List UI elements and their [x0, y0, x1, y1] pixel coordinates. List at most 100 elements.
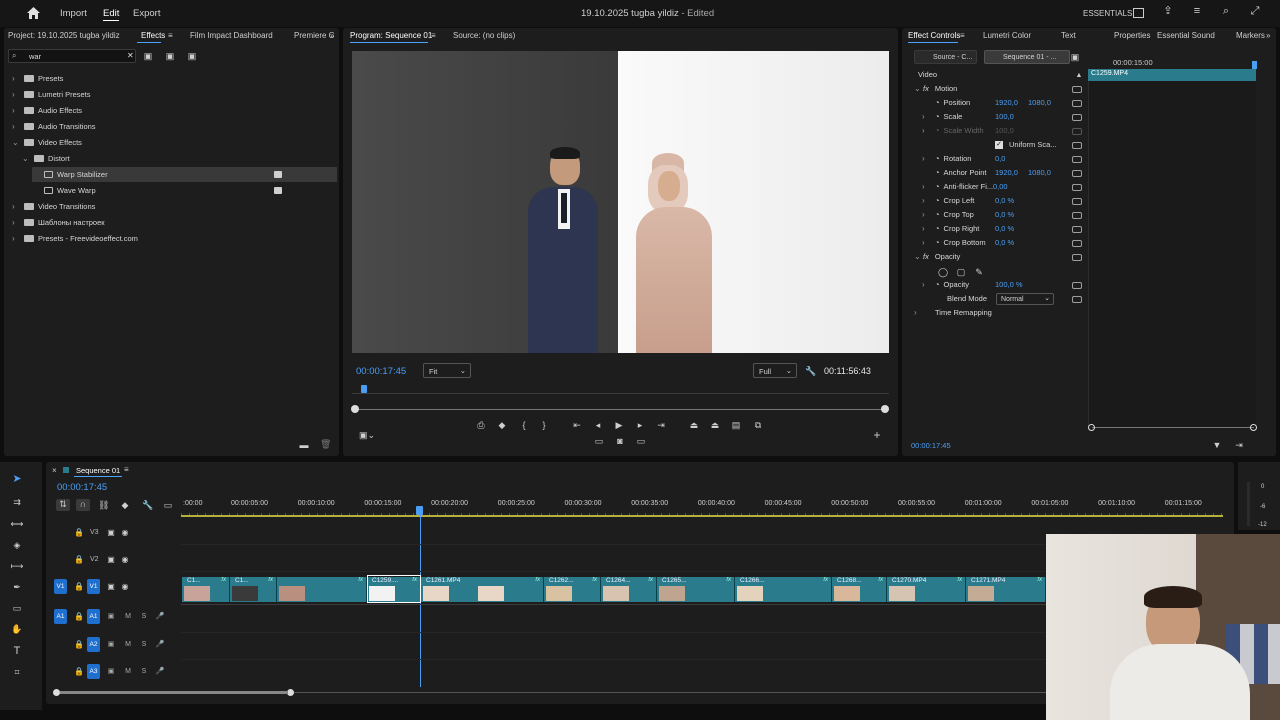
timeline-clip[interactable]: C1268... fx — [832, 577, 887, 602]
linked-selection-icon[interactable]: ⛓ — [98, 500, 109, 510]
rectangle-tool-icon[interactable]: ▭ — [10, 603, 24, 613]
mute-icon[interactable]: M — [123, 667, 133, 677]
menu-edit[interactable]: Edit — [103, 8, 120, 21]
lock-icon[interactable]: 🔒 — [74, 667, 84, 677]
scroll-handle-right[interactable] — [287, 689, 294, 696]
eye-icon[interactable]: ◉ — [120, 528, 130, 538]
workspace-label[interactable]: ESSENTIALS — [1083, 9, 1132, 18]
reset-icon[interactable] — [1072, 156, 1082, 163]
reset-icon[interactable] — [1072, 296, 1082, 303]
blend-mode-dropdown[interactable]: Normal ⌄ — [996, 293, 1054, 305]
reset-icon[interactable] — [1072, 128, 1082, 135]
time-remapping-row[interactable]: › Time Remapping — [914, 306, 992, 320]
timeline-clip[interactable]: C1262... fx — [544, 577, 601, 602]
scroll-thumb[interactable] — [60, 691, 288, 694]
property-scale[interactable]: › ◔ Scale — [922, 110, 962, 124]
property-anchor-point[interactable]: ◔ Anchor Point — [922, 166, 986, 180]
ellipse-mask-icon[interactable]: ◯ — [938, 267, 948, 277]
timeline-clip[interactable]: C1271.MP4 fx — [966, 577, 1046, 602]
comparison-view-icon[interactable]: ⧉ — [752, 420, 764, 430]
share-icon[interactable]: ⇪ — [1162, 6, 1174, 17]
razor-tool-icon[interactable]: ◈ — [10, 540, 24, 550]
chevron-right-icon[interactable]: › — [922, 180, 931, 194]
timeline-playhead-head[interactable] — [416, 506, 423, 515]
mute-icon[interactable]: M — [123, 612, 133, 622]
eye-icon[interactable]: ◉ — [120, 582, 130, 592]
property-value-1[interactable]: 0,0 % — [995, 236, 1014, 250]
chevron-down-icon[interactable]: ⌄ — [22, 151, 31, 166]
tab-premiere-composer[interactable]: Premiere C — [294, 31, 334, 40]
lock-icon[interactable]: 🔒 — [74, 612, 84, 622]
program-timecode[interactable]: 00:00:17:45 — [356, 366, 406, 377]
property-value-1[interactable]: 0,00 — [993, 180, 1008, 194]
chevron-right-icon[interactable]: › — [12, 71, 21, 86]
reset-icon[interactable] — [1072, 170, 1082, 177]
reset-icon[interactable] — [1072, 86, 1082, 93]
tree-item-video-effects[interactable]: ⌄ Video Effects — [12, 135, 82, 150]
collapse-icon[interactable]: ▲ — [1075, 71, 1083, 81]
stopwatch-icon[interactable]: ◔ — [935, 210, 940, 219]
track-label-a2[interactable]: A2 — [87, 637, 100, 652]
ec-clip-bar[interactable]: C1259.MP4 — [1088, 69, 1256, 81]
delete-icon[interactable]: 🗑 — [320, 439, 331, 449]
property-crop-right[interactable]: › ◔ Crop Right — [922, 222, 979, 236]
zoom-handle-left[interactable] — [351, 405, 359, 413]
search-field[interactable]: ⌕ war ✕ — [8, 49, 136, 63]
fullscreen-icon[interactable]: ⤢ — [1249, 6, 1261, 17]
reset-icon[interactable] — [1072, 240, 1082, 247]
tab-program[interactable]: Program: Sequence 01 — [350, 31, 432, 40]
property-value-2[interactable]: 1080,0 — [1028, 166, 1051, 180]
chevron-right-icon[interactable]: › — [12, 199, 21, 214]
tree-item-presets[interactable]: › Presets — [12, 71, 63, 86]
stopwatch-icon[interactable]: ◔ — [935, 196, 940, 205]
tab-project[interactable]: Project: 19.10.2025 tugba yildiz — [8, 31, 120, 40]
safe-margins-icon[interactable]: ▭ — [593, 436, 605, 446]
selection-tool-icon[interactable]: ➤ — [10, 474, 24, 485]
wrench-icon[interactable]: 🔧 — [805, 366, 816, 376]
tree-item-warp-stabilizer[interactable]: Warp Stabilizer — [32, 167, 337, 182]
export-frame-icon[interactable]: ▤ — [730, 420, 742, 430]
chevron-right-icon[interactable]: › — [922, 152, 931, 166]
zoom-handle-right[interactable] — [1250, 424, 1257, 431]
lift-icon[interactable]: ⏏ — [688, 420, 700, 430]
track-label-v1[interactable]: V1 — [87, 579, 100, 594]
tabs-overflow-icon[interactable]: » — [330, 31, 334, 40]
tab-markers[interactable]: Markers — [1236, 31, 1265, 40]
track-label-v2[interactable]: V2 — [90, 556, 99, 563]
solo-icon[interactable]: S — [139, 640, 149, 650]
property-value-1[interactable]: 1920,0 — [995, 96, 1018, 110]
reset-icon[interactable] — [1072, 142, 1082, 149]
close-sequence-icon[interactable]: × — [52, 466, 57, 475]
add-marker-icon[interactable]: ◆ — [497, 420, 507, 430]
slip-tool-icon[interactable]: ⟼ — [10, 561, 24, 571]
nest-icon[interactable]: ⇅ — [56, 499, 70, 511]
menu-import[interactable]: Import — [60, 8, 87, 19]
lock-icon[interactable]: 🔒 — [74, 640, 84, 650]
accelerated-effects-icon[interactable]: ▣ — [142, 51, 154, 61]
monitor-time-ruler[interactable] — [352, 384, 889, 394]
camera-icon[interactable]: ◙ — [614, 436, 626, 446]
go-to-in-icon[interactable]: ⇤ — [572, 420, 582, 430]
tree-item-шаблоны-настроек[interactable]: › Шаблоны настроек — [12, 215, 105, 230]
add-button-icon[interactable]: + — [871, 429, 883, 441]
track-label-a3[interactable]: A3 — [87, 664, 100, 679]
property-value-1[interactable]: 100,0 — [995, 110, 1014, 124]
property-rotation[interactable]: › ◔ Rotation — [922, 152, 971, 166]
reset-icon[interactable] — [1072, 100, 1082, 107]
add-marker-icon[interactable]: ◆ — [120, 500, 130, 510]
source-clip-button[interactable]: Source - C... — [914, 50, 977, 64]
timeline-clip[interactable]: C1... fx — [230, 577, 277, 602]
menu-lines-icon[interactable]: ≡ — [1191, 6, 1203, 17]
property-value-1[interactable]: 0,0 % — [995, 194, 1014, 208]
chevron-right-icon[interactable]: › — [922, 236, 931, 250]
timeline-clip[interactable]: C1270.MP4 fx — [887, 577, 966, 602]
property-value-1[interactable]: 0,0 % — [995, 208, 1014, 222]
chevron-right-icon[interactable]: › — [922, 194, 931, 208]
stopwatch-icon[interactable]: ◔ — [935, 168, 940, 177]
effects-menu-icon[interactable]: ≡ — [168, 31, 173, 40]
quality-dropdown[interactable]: Full ⌄ — [753, 363, 797, 378]
captions-icon[interactable]: ▭ — [162, 500, 174, 510]
snap-icon[interactable]: ∩ — [76, 499, 90, 511]
property-anti-flicker-fi-[interactable]: › ◔ Anti-flicker Fi... — [922, 180, 993, 194]
stopwatch-icon[interactable]: ◔ — [935, 154, 940, 163]
